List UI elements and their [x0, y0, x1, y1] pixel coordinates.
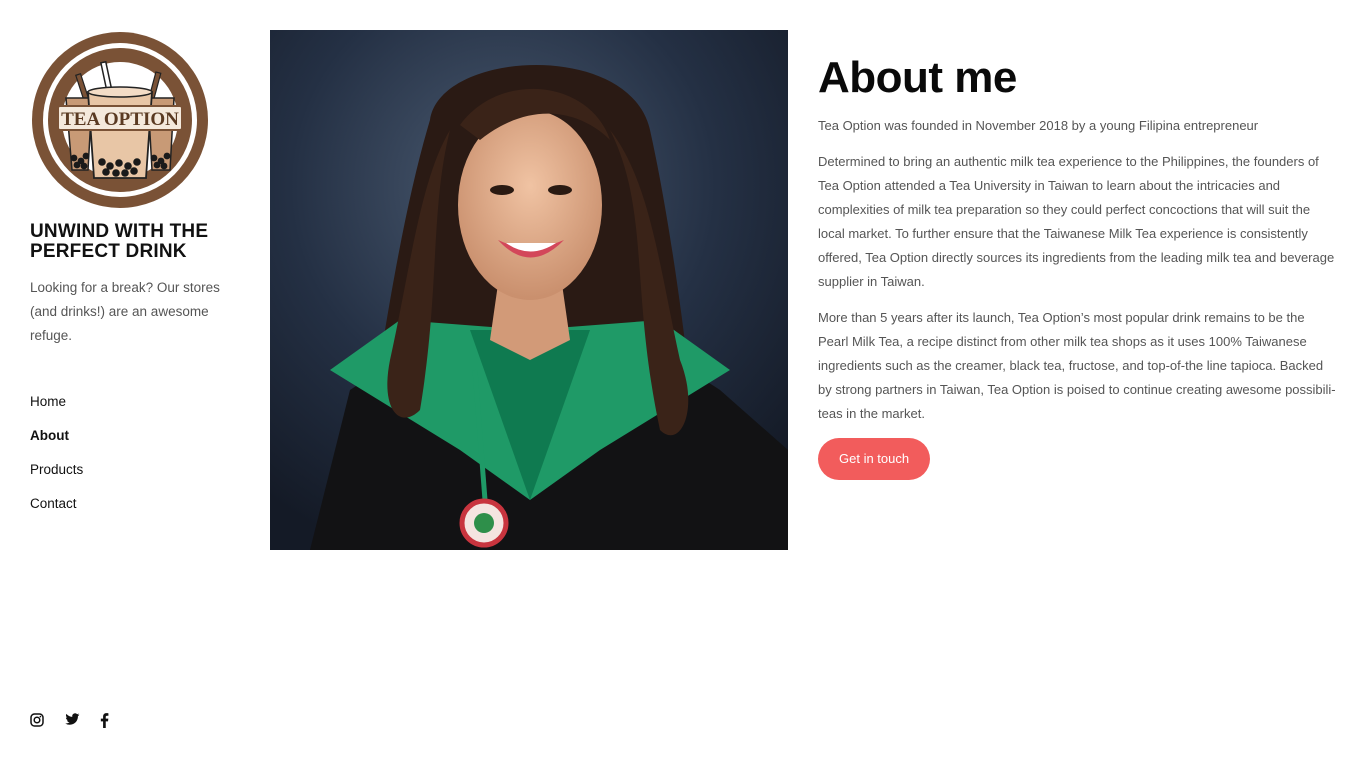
about-paragraph-1: Tea Option was founded in November 2018 …	[818, 118, 1259, 133]
twitter-icon[interactable]	[65, 713, 80, 728]
page-title: About me	[818, 53, 1017, 102]
nav-link-about[interactable]: About	[30, 428, 69, 443]
facebook-icon[interactable]	[100, 713, 115, 728]
site-tagline: UNWIND WITH THE PERFECT DRINK	[30, 221, 209, 262]
tea-option-logo[interactable]: TEA OPTION	[30, 30, 210, 210]
instagram-icon[interactable]	[30, 713, 45, 728]
about-section: About me Tea Option was founded in Novem…	[818, 52, 1338, 480]
site-description: Looking for a break? Our stores (and dri…	[30, 280, 220, 343]
founder-portrait	[270, 30, 788, 550]
social-links	[30, 713, 115, 728]
nav-link-products[interactable]: Products	[30, 462, 83, 477]
nav-item-contact: Contact	[30, 495, 83, 529]
get-in-touch-button[interactable]: Get in touch	[818, 438, 931, 480]
nav-item-home: Home	[30, 393, 83, 427]
about-paragraph-2: Determined to bring an authentic milk te…	[818, 154, 1335, 289]
sidebar: TEA OPTION UNWIND WITH THE PERFECT DRINK…	[30, 30, 220, 348]
svg-text:TEA OPTION: TEA OPTION	[61, 109, 179, 130]
nav-link-contact[interactable]: Contact	[30, 496, 77, 511]
nav-link-home[interactable]: Home	[30, 394, 66, 409]
about-paragraph-3: More than 5 years after its launch, Tea …	[818, 310, 1336, 421]
nav-item-products: Products	[30, 461, 83, 495]
main-nav: Home About Products Contact	[30, 393, 83, 529]
nav-item-about: About	[30, 427, 83, 461]
